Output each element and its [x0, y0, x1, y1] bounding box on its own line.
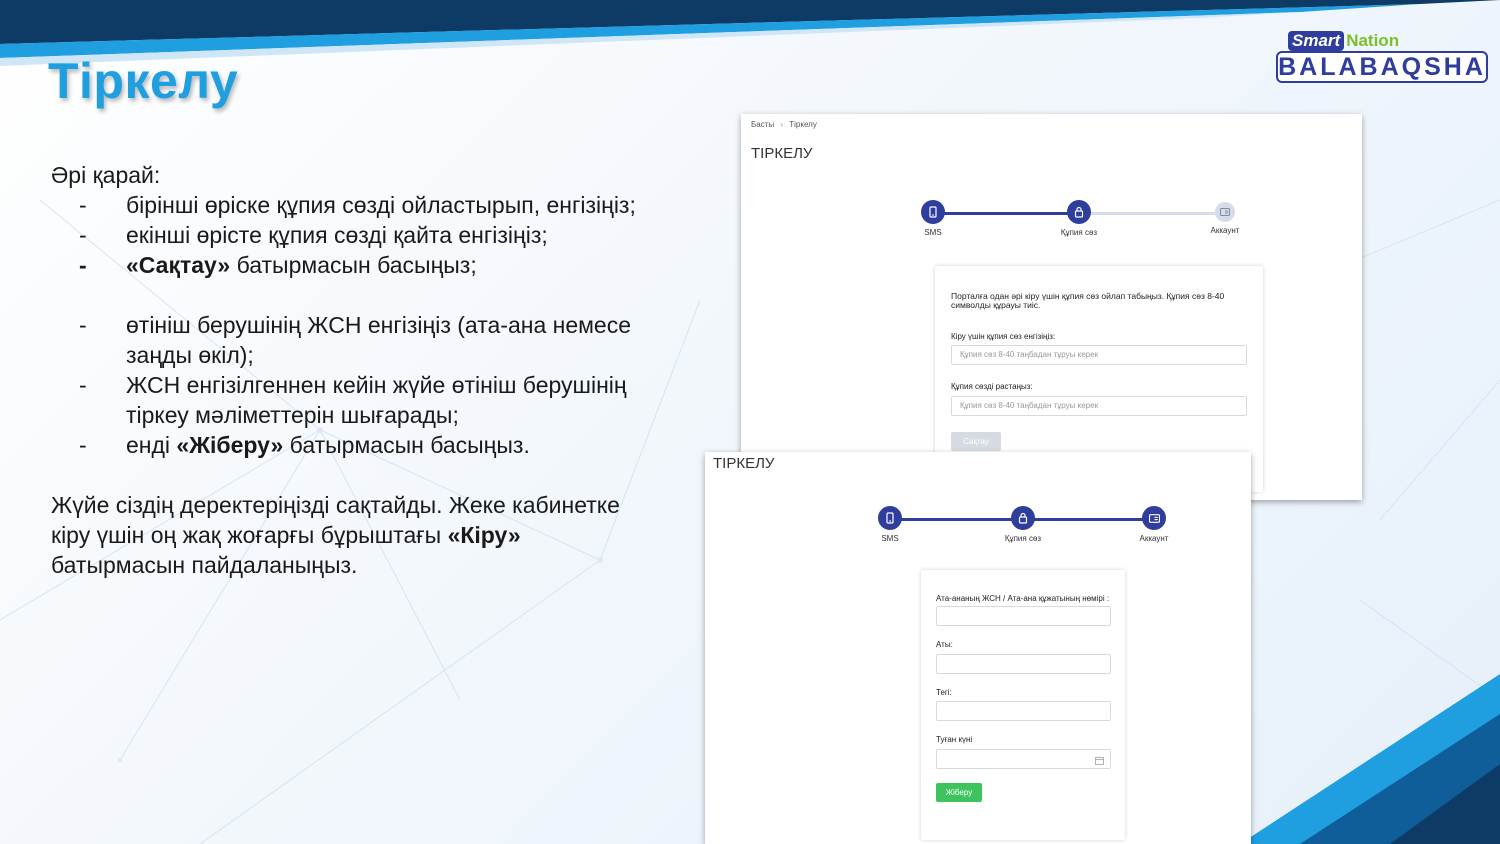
page-title: ТІРКЕЛУ: [713, 455, 775, 472]
list-dash: -: [79, 192, 87, 218]
step-sms: SMS: [913, 200, 953, 237]
slide-title: Тіркелу: [48, 53, 239, 109]
phone-icon: [878, 506, 902, 530]
password-form-description: Порталға одан әрі кіру үшін құпия сөз ой…: [951, 291, 1225, 310]
birthdate-input[interactable]: [936, 749, 1111, 769]
instruction-step-text: батырмасын басыңыз;: [230, 252, 477, 278]
step-label: Құпия сөз: [1060, 228, 1098, 237]
step-account: Аккаунт: [1205, 200, 1245, 235]
password-input[interactable]: Құпия сөз 8-40 таңбадан тұруы керек: [951, 345, 1247, 365]
calendar-icon[interactable]: [1095, 754, 1104, 772]
instruction-step-text: екінші өрісте құпия сөзді қайта енгізіңі…: [126, 222, 548, 248]
registration-stepper: SMS Құпия сөз Аккаунт: [873, 506, 1173, 546]
surname-field-label: Тегі:: [936, 688, 952, 697]
lock-icon: [1067, 200, 1091, 224]
stepper-line-done: [933, 212, 1079, 215]
iin-field-label: Ата-ананың ЖСН / Ата-ана құжатының нөмір…: [936, 594, 1110, 603]
step-label: Аккаунт: [1139, 534, 1169, 543]
step-password: Құпия сөз: [1003, 506, 1043, 543]
instruction-step: - енді «Жіберу» батырмасын басыңыз.: [51, 430, 651, 460]
instructions-block: Әрі қарай: - бірінші өріске құпия сөзді …: [51, 160, 651, 580]
breadcrumb-separator: ›: [780, 120, 784, 129]
instruction-step: - «Сақтау» батырмасын басыңыз;: [51, 250, 651, 280]
outro-bold: «Кіру»: [447, 522, 521, 548]
account-form-card: Ата-ананың ЖСН / Ата-ана құжатының нөмір…: [921, 570, 1125, 840]
breadcrumb-home-link[interactable]: Басты: [751, 120, 774, 129]
birthdate-field-label: Туған күні: [936, 735, 973, 744]
confirm-password-field-label: Құпия сөзді растаңыз:: [951, 382, 1033, 391]
instruction-step-text: батырмасын басыңыз.: [283, 432, 530, 458]
logo-nation-text: Nation: [1346, 31, 1400, 50]
page-title: ТІРКЕЛУ: [751, 145, 813, 162]
phone-icon: [921, 200, 945, 224]
list-dash: -: [79, 222, 87, 248]
breadcrumb-current: Тіркелу: [789, 120, 817, 129]
password-step-screenshot: Басты › Тіркелу ТІРКЕЛУ SMS Құпия сөз Ак…: [741, 114, 1362, 500]
list-dash: -: [79, 372, 87, 398]
instruction-step: - екінші өрісте құпия сөзді қайта енгізі…: [51, 220, 651, 250]
instruction-step-text: енді: [126, 432, 177, 458]
instruction-step-text: ЖСН енгізілгеннен кейін жүйе өтініш беру…: [126, 372, 627, 428]
instructions-intro: Әрі қарай:: [51, 162, 161, 188]
registration-stepper: SMS Құпия сөз Аккаунт: [921, 200, 1261, 240]
instruction-steps: - бірінші өріске құпия сөзді ойластырып,…: [51, 190, 651, 460]
breadcrumb: Басты › Тіркелу: [751, 120, 821, 129]
instruction-step: - ЖСН енгізілгеннен кейін жүйе өтініш бе…: [51, 370, 651, 430]
list-dash: -: [79, 432, 87, 458]
lock-icon: [1011, 506, 1035, 530]
surname-input[interactable]: [936, 701, 1111, 721]
save-button[interactable]: Сақтау: [951, 432, 1001, 451]
logo-brand-text: BALABAQSHA: [1276, 51, 1488, 83]
list-dash: -: [79, 312, 87, 338]
send-button[interactable]: Жіберу: [936, 783, 982, 802]
corner-decoration: [1240, 674, 1500, 844]
account-step-screenshot: ТІРКЕЛУ SMS Құпия сөз Аккаунт Ата-ананың…: [705, 452, 1251, 844]
confirm-password-input[interactable]: Құпия сөз 8-40 таңбадан тұруы керек: [951, 396, 1247, 416]
instruction-step-bold: «Жіберу»: [176, 432, 284, 458]
step-label: Аккаунт: [1210, 226, 1240, 235]
outro-rest: батырмасын пайдаланыңыз.: [51, 552, 358, 578]
step-label: SMS: [924, 228, 942, 237]
step-label: SMS: [881, 534, 899, 543]
iin-input[interactable]: [936, 606, 1111, 626]
outro-text: Жүйе сіздің деректеріңізді сақтайды. Жек…: [51, 492, 620, 548]
logo-smart-text: Smart: [1288, 31, 1345, 51]
step-sms: SMS: [870, 506, 910, 543]
id-card-icon: [1215, 202, 1235, 222]
instruction-step-text: бірінші өріске құпия сөзді ойластырып, е…: [126, 192, 636, 218]
instruction-step: - өтініш берушінің ЖСН енгізіңіз (ата-ан…: [51, 310, 651, 370]
smartnation-balabaqsha-logo: Smart Nation BALABAQSHA: [1276, 30, 1492, 87]
stepper-line-pending: [1079, 212, 1225, 215]
list-dash: -: [79, 252, 87, 278]
step-label: Құпия сөз: [1004, 534, 1042, 543]
instruction-step-text: өтініш берушінің ЖСН енгізіңіз (ата-ана …: [126, 312, 632, 368]
password-field-label: Кіру үшін құпия сөз енгізіңіз:: [951, 332, 1056, 341]
list-spacer: [51, 280, 651, 310]
instruction-step-bold: «Сақтау»: [126, 252, 231, 278]
instructions-outro: Жүйе сіздің деректеріңізді сақтайды. Жек…: [51, 490, 651, 580]
name-field-label: Аты:: [936, 640, 953, 649]
id-card-icon: [1142, 506, 1166, 530]
step-password: Құпия сөз: [1059, 200, 1099, 237]
instruction-step: - бірінші өріске құпия сөзді ойластырып,…: [51, 190, 651, 220]
name-input[interactable]: [936, 654, 1111, 674]
step-account: Аккаунт: [1134, 506, 1174, 543]
